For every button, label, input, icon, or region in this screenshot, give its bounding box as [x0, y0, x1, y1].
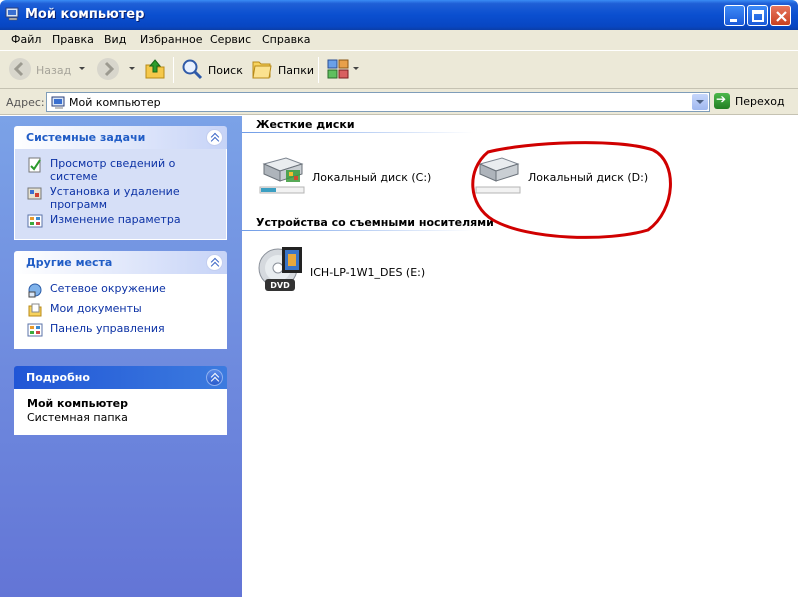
my-computer-icon: [51, 96, 67, 113]
details-type: Системная папка: [27, 411, 128, 424]
drive-c[interactable]: Локальный диск (C:): [258, 154, 431, 201]
toolbar-separator: [173, 57, 174, 83]
group-divider: [242, 132, 474, 133]
control-panel-icon: [27, 322, 43, 338]
drive-c-usage-fill: [261, 188, 276, 192]
my-documents-icon: [27, 302, 43, 318]
details-body: Мой компьютер Системная папка: [14, 389, 227, 435]
forward-button[interactable]: [96, 55, 120, 85]
forward-arrow-icon: [96, 57, 120, 84]
details-name: Мой компьютер: [27, 397, 129, 410]
red-highlight-circle: [471, 141, 672, 239]
views-icon: [326, 57, 350, 84]
address-label: Адрес:: [6, 96, 45, 109]
address-input[interactable]: Мой компьютер: [46, 92, 710, 112]
views-dropdown-icon[interactable]: [353, 67, 359, 70]
title-bar[interactable]: Мой компьютер: [0, 0, 798, 30]
details-panel: Подробно Мой компьютер Системная папка: [14, 366, 227, 435]
views-button[interactable]: [326, 55, 350, 85]
collapse-chevron-icon[interactable]: [206, 254, 223, 271]
other-places-panel: Другие места Сетевое окружение Мои докум…: [14, 251, 227, 349]
address-bar: Адрес: Мой компьютер Переход: [0, 89, 798, 115]
go-arrow-icon: [714, 92, 730, 109]
address-value: Мой компьютер: [69, 96, 161, 109]
window-title: Мой компьютер: [25, 7, 145, 22]
group-hard-drives: Жесткие диски: [256, 118, 355, 131]
task-change-setting[interactable]: Изменение параметра: [27, 213, 226, 231]
menu-tools[interactable]: Сервис: [210, 33, 251, 46]
group-divider: [242, 230, 474, 231]
details-header[interactable]: Подробно: [14, 366, 227, 389]
system-tasks-body: Просмотр сведений о системе Установка и …: [14, 149, 227, 240]
task-add-remove-programs[interactable]: Установка и удаление программ: [27, 185, 226, 211]
search-button[interactable]: Поиск: [180, 55, 243, 85]
back-dropdown-icon[interactable]: [79, 67, 85, 70]
task-view-system-info[interactable]: Просмотр сведений о системе: [27, 157, 226, 183]
menu-file[interactable]: Файл: [11, 33, 41, 46]
search-icon: [180, 57, 204, 84]
group-removable: Устройства со съемными носителями: [256, 216, 494, 229]
close-button[interactable]: [770, 5, 791, 26]
minimize-button[interactable]: [724, 5, 745, 26]
network-places-icon: [27, 282, 43, 298]
task-pane: Системные задачи Просмотр сведений о сис…: [0, 116, 242, 597]
svg-text:DVD: DVD: [270, 281, 290, 290]
drive-e-label: ICH-LP-1W1_DES (E:): [310, 266, 426, 279]
up-folder-icon: [143, 57, 167, 84]
hard-drive-icon: [258, 154, 306, 201]
folders-button[interactable]: Папки: [250, 55, 314, 85]
place-control-panel[interactable]: Панель управления: [27, 322, 226, 340]
system-tasks-panel: Системные задачи Просмотр сведений о сис…: [14, 126, 227, 240]
collapse-chevron-icon[interactable]: [206, 129, 223, 146]
system-info-icon: [27, 157, 43, 173]
other-places-body: Сетевое окружение Мои документы Панель у…: [14, 274, 227, 349]
my-computer-icon: [5, 7, 21, 21]
address-dropdown-icon[interactable]: [692, 94, 708, 110]
menu-view[interactable]: Вид: [104, 33, 126, 46]
menu-edit[interactable]: Правка: [52, 33, 94, 46]
folders-icon: [250, 57, 274, 84]
forward-dropdown-icon[interactable]: [129, 67, 135, 70]
maximize-button[interactable]: [747, 5, 768, 26]
collapse-chevron-icon[interactable]: [206, 369, 223, 386]
place-my-documents[interactable]: Мои документы: [27, 302, 226, 320]
toolbar: Назад Поиск Папки: [0, 51, 798, 89]
back-button[interactable]: Назад: [8, 55, 71, 85]
up-folder-button[interactable]: [143, 55, 167, 85]
back-arrow-icon: [8, 57, 32, 84]
go-button[interactable]: Переход: [714, 92, 785, 109]
add-remove-programs-icon: [27, 185, 43, 201]
menu-help[interactable]: Справка: [262, 33, 310, 46]
other-places-header[interactable]: Другие места: [14, 251, 227, 274]
menu-favorites[interactable]: Избранное: [140, 33, 202, 46]
control-panel-icon: [27, 213, 43, 229]
dvd-drive-icon: DVD: [258, 246, 304, 299]
system-tasks-header[interactable]: Системные задачи: [14, 126, 227, 149]
drive-e[interactable]: DVD ICH-LP-1W1_DES (E:): [258, 246, 425, 299]
place-network[interactable]: Сетевое окружение: [27, 282, 226, 300]
drive-c-label: Локальный диск (C:): [312, 171, 432, 184]
toolbar-separator: [318, 57, 319, 83]
menu-bar: Файл Правка Вид Избранное Сервис Справка: [0, 30, 798, 51]
